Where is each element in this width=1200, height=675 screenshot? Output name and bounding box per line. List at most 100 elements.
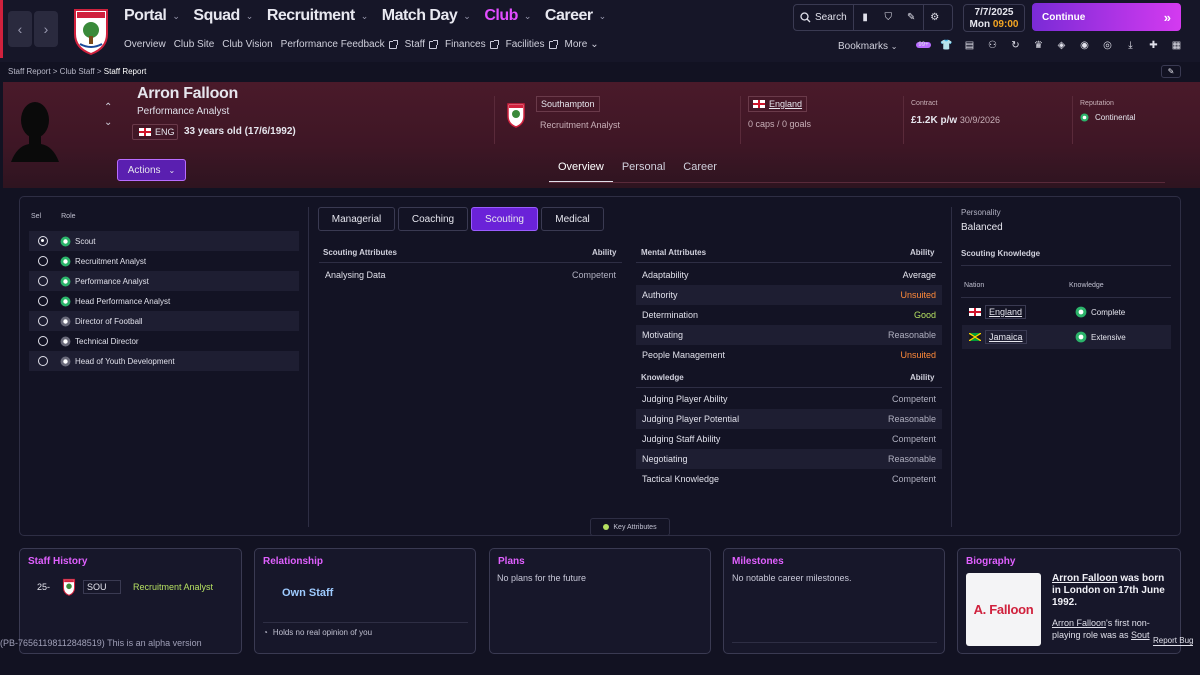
- back-button[interactable]: ‹: [8, 11, 32, 47]
- role-radio[interactable]: [38, 236, 48, 246]
- settings-button[interactable]: ⚙: [922, 5, 946, 30]
- trophy-button[interactable]: ♛: [1027, 37, 1050, 53]
- knowledge-level-icon: [1075, 306, 1087, 318]
- header-divider: [903, 96, 904, 144]
- forward-button[interactable]: ›: [34, 11, 58, 47]
- next-staff-button[interactable]: ⌄: [104, 115, 112, 130]
- medical-button[interactable]: ✚: [1142, 37, 1165, 53]
- breadcrumb-item[interactable]: Club Staff: [60, 67, 95, 76]
- club-link[interactable]: Southampton: [536, 96, 600, 112]
- tab-career[interactable]: Career: [674, 154, 726, 183]
- role-row[interactable]: Head of Youth Development: [29, 351, 299, 371]
- search-button[interactable]: Search: [794, 5, 854, 30]
- tab-personal[interactable]: Personal: [613, 154, 674, 183]
- subnav-item-more[interactable]: More ⌄: [565, 39, 599, 50]
- squad-button[interactable]: ▤: [958, 37, 981, 53]
- search-icon: [800, 12, 811, 23]
- calendar-button[interactable]: ▦: [1165, 37, 1188, 53]
- attribute-row: Adaptability Average: [636, 265, 942, 285]
- tab-overview[interactable]: Overview: [549, 154, 613, 183]
- subnav-item-performance-feedback[interactable]: Performance Feedback: [280, 39, 398, 50]
- role-row[interactable]: Technical Director: [29, 331, 299, 351]
- role-radio[interactable]: [38, 336, 48, 346]
- chevron-down-icon: ⌄: [360, 10, 369, 21]
- attribute-tabs: Managerial Coaching Scouting Medical: [318, 207, 607, 231]
- club-button[interactable]: ⛉: [877, 5, 900, 30]
- subnav-item-club-site[interactable]: Club Site: [174, 39, 215, 50]
- transfers-button[interactable]: ↻: [1004, 37, 1027, 53]
- subnav-item-finances[interactable]: Finances: [445, 39, 499, 50]
- clipboard-icon: ▤: [964, 39, 975, 51]
- quick-links: 99+ 👕 ▤ ⚇ ↻ ♛ ◈ ◉ ◎ ⤓ ✚ ▦: [912, 37, 1188, 53]
- national-team-name: England: [769, 99, 803, 109]
- competition-button[interactable]: ◈: [1050, 37, 1073, 53]
- world-button[interactable]: ◎: [1096, 37, 1119, 53]
- nav-item-recruitment[interactable]: Recruitment ⌄: [267, 7, 368, 25]
- subnav-label: Performance Feedback: [280, 39, 385, 50]
- card-divider: [732, 642, 937, 643]
- section-divider: [636, 262, 942, 263]
- report-bug-link[interactable]: Report Bug: [1153, 636, 1194, 646]
- history-club[interactable]: SOU: [83, 580, 122, 594]
- role-radio[interactable]: [38, 316, 48, 326]
- chevron-down-icon: ⌄: [172, 10, 180, 21]
- attr-tab-coaching[interactable]: Coaching: [398, 207, 468, 231]
- personality-label: Personality: [961, 208, 1001, 217]
- role-radio[interactable]: [38, 356, 48, 366]
- chat-button[interactable]: 99+: [912, 37, 935, 53]
- attribute-row: Judging Staff Ability Competent: [636, 429, 942, 449]
- nav-item-club[interactable]: Club ⌄: [484, 7, 531, 25]
- biography-club-link[interactable]: Sout: [1131, 630, 1150, 640]
- attribute-name: People Management: [642, 350, 726, 360]
- attr-tab-managerial[interactable]: Managerial: [318, 207, 395, 231]
- jamaica-flag-icon: [969, 333, 981, 341]
- inbox-button[interactable]: ▮: [854, 5, 877, 30]
- role-row[interactable]: Recruitment Analyst: [29, 251, 299, 271]
- kit-button[interactable]: 👕: [935, 37, 958, 53]
- calendar-icon: ▦: [1171, 39, 1182, 51]
- role-radio[interactable]: [38, 296, 48, 306]
- role-radio[interactable]: [38, 256, 48, 266]
- page-tabs: Overview Personal Career: [549, 154, 726, 183]
- nav-item-squad[interactable]: Squad ⌄: [193, 7, 253, 25]
- attr-tab-medical[interactable]: Medical: [541, 207, 604, 231]
- breadcrumb-item[interactable]: Staff Report: [8, 67, 51, 76]
- nation-row: England Complete: [962, 300, 1171, 324]
- role-row[interactable]: Performance Analyst: [29, 271, 299, 291]
- actions-button[interactable]: Actions ⌄: [117, 159, 186, 181]
- download-button[interactable]: ⤓: [1119, 37, 1142, 53]
- biography-name-link[interactable]: Arron Falloon: [1052, 618, 1106, 628]
- scouting-button[interactable]: ◉: [1073, 37, 1096, 53]
- edit-button[interactable]: ✎: [1161, 65, 1181, 78]
- subnav-item-facilities[interactable]: Facilities: [506, 39, 558, 50]
- nation-cell[interactable]: England: [962, 305, 1060, 319]
- nav-item-career[interactable]: Career ⌄: [545, 7, 606, 25]
- role-row[interactable]: Head Performance Analyst: [29, 291, 299, 311]
- nav-item-match-day[interactable]: Match Day ⌄: [382, 7, 471, 25]
- role-row[interactable]: Director of Football: [29, 311, 299, 331]
- nationality-badge[interactable]: ENG: [132, 124, 178, 140]
- club-crest-icon[interactable]: [506, 102, 526, 128]
- biography-name-link[interactable]: Arron Falloon: [1052, 573, 1118, 584]
- notes-button[interactable]: ✎: [900, 5, 923, 30]
- external-link-icon: [489, 39, 499, 49]
- role-radio[interactable]: [38, 276, 48, 286]
- nation-cell[interactable]: Jamaica: [962, 330, 1060, 344]
- key-attributes-toggle[interactable]: Key Attributes: [590, 518, 670, 536]
- previous-staff-button[interactable]: ⌃: [104, 100, 112, 115]
- continue-button[interactable]: Continue »: [1032, 3, 1181, 31]
- knowledge-level-icon: [1075, 331, 1087, 343]
- national-team-link[interactable]: England: [748, 96, 808, 112]
- attr-tab-scouting[interactable]: Scouting: [471, 207, 538, 231]
- staff-button[interactable]: ⚇: [981, 37, 1004, 53]
- role-row[interactable]: Scout: [29, 231, 299, 251]
- bookmarks-button[interactable]: Bookmarks ⌄: [838, 41, 898, 52]
- chevron-down-icon: ⌄: [598, 10, 607, 21]
- subnav-item-overview[interactable]: Overview: [124, 39, 166, 50]
- club-crest-logo[interactable]: [71, 6, 111, 56]
- section-divider: [636, 387, 942, 388]
- nav-item-portal[interactable]: Portal ⌄: [124, 7, 180, 25]
- subnav-item-club-vision[interactable]: Club Vision: [222, 39, 272, 50]
- subnav-item-staff[interactable]: Staff: [405, 39, 439, 50]
- game-date[interactable]: 7/7/2025 Mon 09:00: [963, 4, 1025, 32]
